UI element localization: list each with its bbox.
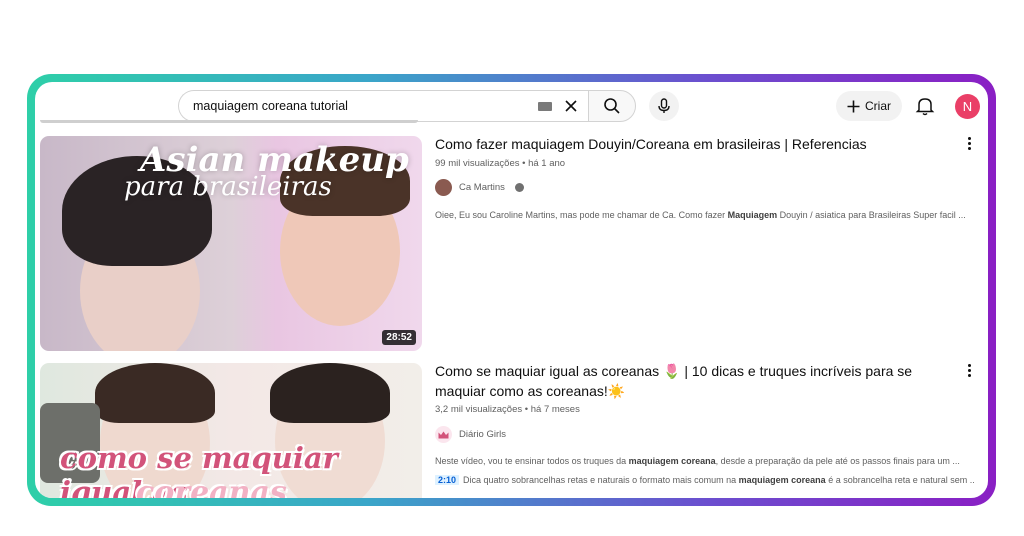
voice-search-button[interactable] (649, 91, 679, 121)
description-text: Douyin / asiatica para Brasileiras Super… (777, 210, 966, 220)
more-options-icon[interactable] (961, 134, 977, 152)
more-options-icon[interactable] (961, 361, 977, 379)
thumbnail-text: coreanas (136, 475, 287, 498)
description-highlight: Maquiagem (727, 210, 778, 220)
meta-separator: • (522, 158, 526, 169)
channel-name[interactable]: Diário Girls (459, 429, 506, 440)
description-text: Neste vídeo, vou te ensinar todos os tru… (435, 456, 629, 466)
video-description: Neste vídeo, vou te ensinar todos os tru… (435, 456, 975, 466)
video-meta: 3,2 mil visualizações • há 7 meses (435, 404, 580, 415)
video-thumbnail[interactable]: Asian makeup para brasileiras 28:52 (40, 136, 422, 351)
browser-screen: maquiagem coreana tutorial Criar N Asian… (35, 82, 988, 498)
video-description: Oiee, Eu sou Caroline Martins, mas pode … (435, 210, 975, 220)
previous-thumbnail-edge (40, 120, 418, 123)
upload-age: há 7 meses (530, 404, 580, 415)
search-button[interactable] (588, 90, 636, 122)
chapter-row[interactable]: 2:10 Dica quatro sobrancelhas retas e nat… (435, 475, 975, 485)
thumbnail-text: para brasileiras (124, 172, 332, 202)
video-thumbnail[interactable]: como se maquiar igual as coreanas (40, 363, 422, 498)
notifications-bell-icon[interactable] (913, 94, 937, 118)
search-input[interactable]: maquiagem coreana tutorial (178, 90, 588, 122)
view-count: 99 mil visualizações (435, 158, 520, 169)
verified-check-icon (514, 183, 524, 192)
channel-avatar[interactable] (435, 179, 452, 196)
description-text: Oiee, Eu sou Caroline Martins, mas pode … (435, 210, 728, 220)
user-avatar[interactable]: N (955, 94, 980, 119)
channel-avatar[interactable] (435, 426, 452, 443)
search-icon (604, 98, 620, 114)
chapter-text: Dica quatro sobrancelhas retas e naturai… (463, 475, 739, 485)
channel-row[interactable]: Diário Girls (435, 426, 506, 443)
plus-icon (847, 100, 860, 112)
meta-separator: • (524, 404, 529, 415)
keyboard-icon[interactable] (538, 101, 552, 111)
upload-age: há 1 ano (528, 158, 566, 169)
search-query[interactable]: maquiagem coreana tutorial (193, 99, 538, 113)
crown-icon (438, 431, 449, 438)
thumbnail-hair-image (95, 363, 215, 423)
gradient-frame: maquiagem coreana tutorial Criar N Asian… (27, 74, 996, 506)
description-highlight: maquiagem coreana (628, 456, 716, 466)
close-icon[interactable] (560, 95, 582, 117)
chapter-highlight: maquiagem coreana (738, 475, 826, 485)
view-count: 3,2 mil visualizações (435, 404, 523, 415)
chapter-text: é a sobrancelha reta e natural sem ... (825, 475, 975, 485)
chapter-timestamp[interactable]: 2:10 (435, 475, 460, 485)
channel-row[interactable]: Ca Martins (435, 179, 524, 196)
video-title[interactable]: Como se maquiar igual as coreanas 🌷 | 10… (435, 361, 935, 401)
top-bar: maquiagem coreana tutorial Criar N (35, 82, 988, 126)
channel-name[interactable]: Ca Martins (459, 182, 505, 193)
duration-badge: 28:52 (382, 330, 416, 345)
video-meta: 99 mil visualizações • há 1 ano (435, 158, 565, 169)
create-label: Criar (865, 99, 891, 113)
create-button[interactable]: Criar (836, 91, 902, 121)
video-title[interactable]: Como fazer maquiagem Douyin/Coreana em b… (435, 134, 935, 154)
description-text: , desde a preparação da pele até os pass… (715, 456, 960, 466)
microphone-icon (658, 98, 670, 113)
thumbnail-hair-image (270, 363, 390, 423)
